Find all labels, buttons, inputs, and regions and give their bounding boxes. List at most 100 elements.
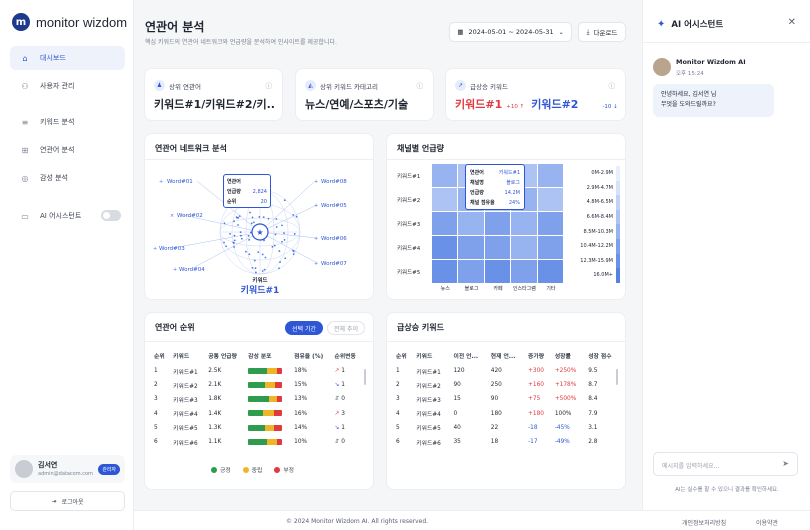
scrollbar[interactable] <box>616 369 618 385</box>
heatmap-cell[interactable] <box>458 260 484 283</box>
sidebar-item-related[interactable]: ⊞ 연관어 분석 <box>10 138 125 162</box>
column-header[interactable]: 순위 <box>393 347 413 364</box>
heatmap-cell[interactable] <box>537 236 563 259</box>
logout-button[interactable]: ⇥ 로그아웃 <box>10 491 125 511</box>
node-marker: + <box>173 267 177 273</box>
network-dot <box>237 224 239 226</box>
table-row[interactable]: 1 키워드#1 2.5K 18% ↗ 1 <box>151 364 363 378</box>
network-dot <box>253 221 255 224</box>
heatmap-cell[interactable] <box>511 236 537 259</box>
network-node-word01[interactable]: Word#01 <box>167 179 193 185</box>
column-header[interactable]: 이전 언... <box>450 347 487 364</box>
network-node-word05[interactable]: Word#05 <box>321 203 347 209</box>
column-header[interactable]: 키워드 <box>413 347 450 364</box>
network-node-word02[interactable]: Word#02 <box>177 213 203 219</box>
send-icon[interactable]: ➤ <box>782 459 789 468</box>
heatmap-cell[interactable] <box>432 236 458 259</box>
tab-all-trend[interactable]: 전체 추이 <box>327 321 365 335</box>
sidebar-item-users[interactable]: ⚇ 사용자 관리 <box>10 74 125 98</box>
column-header[interactable]: 순위변동 <box>332 347 364 364</box>
column-header[interactable]: 순위 <box>151 347 170 364</box>
heatmap-row-label: 키워드#5 <box>397 270 421 276</box>
network-dot <box>235 216 238 219</box>
network-dot <box>262 216 265 219</box>
column-header[interactable]: 감성 분포 <box>245 347 291 364</box>
heatmap-cell[interactable] <box>537 188 563 211</box>
table-row[interactable]: 2 키워드#2 90 250 +160 +178% 8.7 <box>393 378 621 392</box>
info-icon[interactable]: ⓘ <box>417 80 424 90</box>
network-dot <box>254 267 257 270</box>
sidebar-item-ai[interactable]: ▭ AI 어시스턴트 <box>10 204 125 228</box>
sidebar-item-sentiment[interactable]: ◎ 감성 분석 <box>10 166 125 190</box>
network-dot <box>248 253 251 256</box>
table-row[interactable]: 2 키워드#2 2.1K 15% ↘ 1 <box>151 378 363 392</box>
column-header[interactable]: 공통 언급량 <box>205 347 245 364</box>
sidebar-item-label: 키워드 분석 <box>40 118 75 126</box>
close-icon[interactable]: ✕ <box>788 17 796 28</box>
heatmap-cell[interactable] <box>432 260 458 283</box>
heatmap-cell[interactable] <box>537 212 563 235</box>
network-node-word06[interactable]: Word#06 <box>321 236 347 242</box>
heatmap-cell[interactable] <box>537 164 563 187</box>
network-node-word07[interactable]: Word#07 <box>321 261 347 267</box>
user-card[interactable]: 김서연 admin@datacom.com 관리자 <box>10 455 125 483</box>
network-node-word03[interactable]: Word#03 <box>159 246 185 252</box>
heatmap-cell[interactable] <box>511 212 537 235</box>
sidebar-item-label: 사용자 관리 <box>40 82 75 90</box>
table-row[interactable]: 6 키워드#6 1.1K 10% ⇵ 0 <box>151 435 363 449</box>
brand-logo[interactable]: m monitor wizdom <box>12 13 127 31</box>
info-icon[interactable]: ⓘ <box>609 80 616 90</box>
page-subtitle: 핵심 키워드의 연관어 네트워크와 언급량을 분석하여 인사이트를 제공합니다. <box>145 39 337 46</box>
heatmap-cell[interactable] <box>458 212 484 235</box>
heatmap-cell[interactable] <box>432 164 458 187</box>
privacy-link[interactable]: 개인정보처리방침 <box>682 518 726 527</box>
column-header[interactable]: 키워드 <box>170 347 205 364</box>
rising-delta-2: -10 ↓ <box>602 104 618 110</box>
sidebar-item-dashboard[interactable]: ⌂ 대시보드 <box>10 46 125 70</box>
category-icon: ◭ <box>305 80 316 91</box>
rising-table: 순위 키워드 이전 언... 현재 언... 증가량 성장률 성장 점수 1 키워드#1 120… <box>393 347 621 449</box>
heatmap-cell[interactable] <box>484 212 511 235</box>
sentiment-bar <box>248 382 283 389</box>
heatmap-legend: 0M-2.9M 2.9M-4.7M 4.8M-6.5M 6.6M-8.4M 8.5M-1… <box>574 166 620 283</box>
ai-toggle[interactable] <box>101 210 121 221</box>
heatmap-cell[interactable] <box>432 188 458 211</box>
network-node-word08[interactable]: Word#08 <box>321 179 347 185</box>
table-row[interactable]: 1 키워드#1 120 420 +300 +250% 9.5 <box>393 364 621 378</box>
tab-selected-period[interactable]: 선택 기간 <box>285 321 323 335</box>
network-dot <box>251 267 254 269</box>
column-header[interactable]: 현재 언... <box>488 347 525 364</box>
table-row[interactable]: 3 키워드#3 1.8K 13% ⇵ 0 <box>151 392 363 406</box>
table-row[interactable]: 5 키워드#5 40 22 -18 -45% 3.1 <box>393 421 621 435</box>
heatmap-cell[interactable] <box>458 236 484 259</box>
sidebar-item-keyword[interactable]: ≡ 키워드 분석 <box>10 110 125 134</box>
message-input[interactable]: 메시지를 입력하세요... ➤ <box>653 452 798 476</box>
table-row[interactable]: 3 키워드#3 15 90 +75 +500% 8.4 <box>393 392 621 406</box>
network-dot <box>263 268 266 271</box>
logout-icon: ⇥ <box>51 497 57 505</box>
info-icon[interactable]: ⓘ <box>266 80 273 90</box>
table-row[interactable]: 6 키워드#6 35 18 -17 -49% 2.8 <box>393 435 621 449</box>
column-header[interactable]: 증가량 <box>525 347 552 364</box>
column-header[interactable]: 성장 점수 <box>585 347 621 364</box>
column-header[interactable]: 성장률 <box>552 347 585 364</box>
table-row[interactable]: 5 키워드#5 1.3K 14% ↘ 1 <box>151 421 363 435</box>
scrollbar[interactable] <box>364 369 366 385</box>
message-placeholder: 메시지를 입력하세요... <box>662 463 720 470</box>
network-node-word04[interactable]: Word#04 <box>179 267 205 273</box>
heatmap-row-label: 키워드#1 <box>397 174 421 180</box>
card-title: 연관어 순위 <box>155 323 195 332</box>
sparkle-icon: ✦ <box>657 18 666 30</box>
heatmap-cell[interactable] <box>511 260 537 283</box>
table-row[interactable]: 4 키워드#4 1.4K 16% ↗ 3 <box>151 407 363 421</box>
heatmap-cell[interactable] <box>484 260 511 283</box>
heatmap-cell[interactable] <box>432 212 458 235</box>
date-range-picker[interactable]: ▦ 2024-05-01 ~ 2024-05-31 ⌄ <box>449 22 572 42</box>
sidebar-item-label: 연관어 분석 <box>40 146 75 154</box>
column-header[interactable]: 점유율 (%) <box>291 347 331 364</box>
download-button[interactable]: ⤓ 다운로드 <box>578 22 626 42</box>
heatmap-cell[interactable] <box>537 260 563 283</box>
table-row[interactable]: 4 키워드#4 0 180 +180 100% 7.9 <box>393 407 621 421</box>
heatmap-cell[interactable] <box>484 236 511 259</box>
terms-link[interactable]: 이용약관 <box>756 518 778 527</box>
